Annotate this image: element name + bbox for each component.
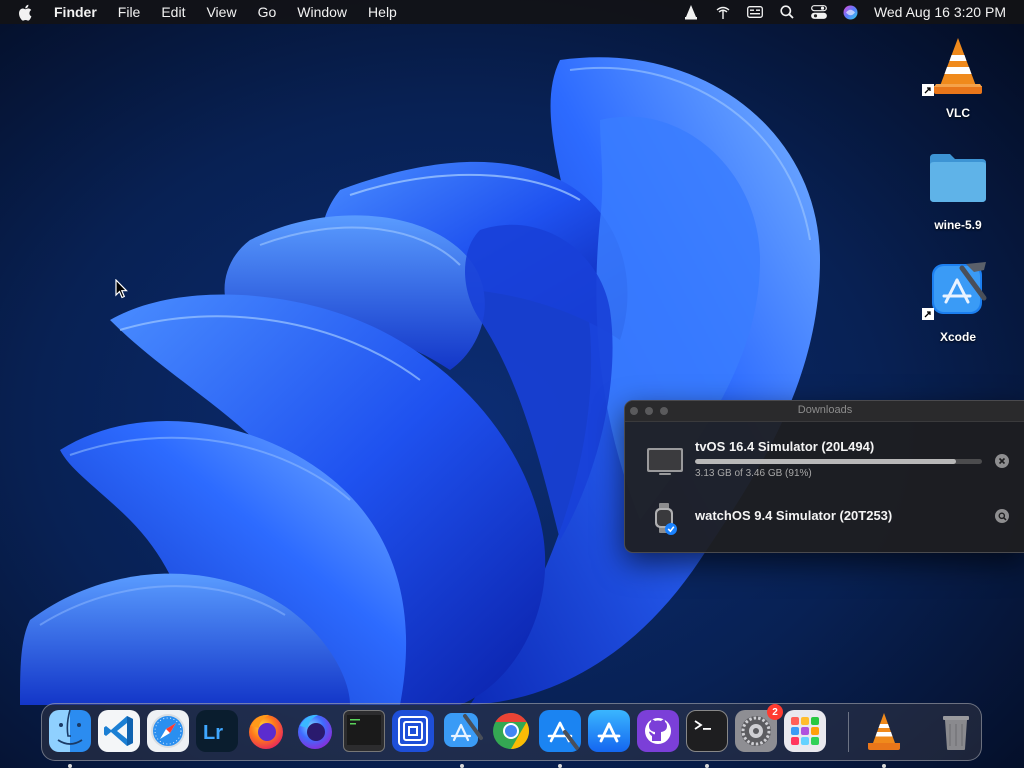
menu-view[interactable]: View <box>206 4 236 20</box>
alias-arrow-icon <box>922 84 934 96</box>
xcode-icon <box>922 258 990 322</box>
running-indicator <box>705 764 709 768</box>
dock-launchpad[interactable] <box>784 710 826 752</box>
control-center-icon[interactable] <box>810 4 828 20</box>
menu-app-finder[interactable]: Finder <box>54 4 97 20</box>
terminal-icon <box>686 710 728 752</box>
chrome-icon <box>490 710 532 752</box>
running-indicator <box>558 764 562 768</box>
notification-badge: 2 <box>767 704 783 720</box>
desktop-icon-label: Xcode <box>939 330 976 344</box>
desktop-icon-vlc[interactable]: VLC <box>913 34 1003 120</box>
vlc-status-icon[interactable] <box>682 4 700 20</box>
svg-text:Lr: Lr <box>203 722 223 744</box>
download-item[interactable]: tvOS 16.4 Simulator (20L494) 3.13 GB of … <box>625 437 1024 487</box>
download-name: tvOS 16.4 Simulator (20L494) <box>695 439 875 454</box>
console-icon <box>343 710 385 752</box>
desktop-icon-wine-folder[interactable]: wine-5.9 <box>913 146 1003 232</box>
desktop-icon-label: wine-5.9 <box>934 218 982 232</box>
dock-chrome[interactable] <box>490 710 532 752</box>
menu-help[interactable]: Help <box>368 4 397 20</box>
appstore-icon <box>588 710 630 752</box>
dock: Lr 2 <box>41 703 982 768</box>
dock-firefox[interactable] <box>245 710 287 752</box>
window-title: Downloads <box>797 404 853 416</box>
keyboard-input-icon[interactable] <box>746 4 764 20</box>
cancel-icon[interactable] <box>995 454 1009 468</box>
downloads-window: Downloads tvOS 16.4 Simulator (20L494) 3… <box>624 400 1024 553</box>
running-indicator <box>460 764 464 768</box>
watch-icon <box>645 499 685 539</box>
firefox-dev-icon <box>294 710 336 752</box>
running-indicator <box>68 764 72 768</box>
folder-icon <box>926 146 990 210</box>
dock-console[interactable] <box>343 710 385 752</box>
desktop-icon-label: VLC <box>946 106 970 120</box>
dock-lightroom[interactable]: Lr <box>196 710 238 752</box>
vlc-icon <box>863 710 905 752</box>
download-item[interactable]: watchOS 9.4 Simulator (20T253) <box>625 497 1024 537</box>
dock-vlc[interactable] <box>863 710 905 768</box>
dock-trash[interactable] <box>935 710 977 752</box>
appstore-tools-icon <box>539 710 581 752</box>
status-area: Wed Aug 16 3:20 PM <box>668 0 1006 24</box>
dock-terminal[interactable] <box>686 710 728 768</box>
vscode-icon <box>98 710 140 752</box>
download-name: watchOS 9.4 Simulator (20T253) <box>695 508 893 523</box>
launchpad-icon <box>784 710 826 752</box>
menu-bar-clock[interactable]: Wed Aug 16 3:20 PM <box>874 4 1006 20</box>
menu-file[interactable]: File <box>118 4 141 20</box>
finder-icon <box>49 710 91 752</box>
menu-window[interactable]: Window <box>297 4 347 20</box>
xcode-icon <box>441 710 483 752</box>
dock-firefox-developer[interactable] <box>294 710 336 752</box>
lightroom-icon: Lr <box>196 710 238 752</box>
vlc-icon <box>922 34 990 98</box>
dock-xcode[interactable] <box>441 710 483 768</box>
menu-bar: Finder File Edit View Go Window Help Wed… <box>0 0 1024 24</box>
menu-edit[interactable]: Edit <box>161 4 185 20</box>
dock-remote-desktop[interactable] <box>392 710 434 752</box>
remote-icon <box>392 710 434 752</box>
settings-icon: 2 <box>735 704 783 752</box>
download-progress-bar <box>695 459 982 464</box>
desktop-icon-xcode[interactable]: Xcode <box>913 258 1003 344</box>
download-status: 3.13 GB of 3.46 GB (91%) <box>695 468 812 479</box>
apple-menu-icon[interactable] <box>18 3 36 21</box>
menu-go[interactable]: Go <box>258 4 277 20</box>
trash-icon <box>935 710 977 752</box>
desktop-wallpaper <box>0 0 1024 768</box>
tv-display-icon <box>645 442 685 482</box>
download-progress-fill <box>695 459 957 464</box>
alias-arrow-icon <box>922 308 934 320</box>
siri-icon[interactable] <box>842 4 860 20</box>
dock-safari[interactable] <box>147 710 189 752</box>
dock-system-settings[interactable]: 2 <box>735 704 783 752</box>
github-icon <box>637 710 679 752</box>
running-indicator <box>882 764 886 768</box>
dock-vscode[interactable] <box>98 710 140 752</box>
firefox-icon <box>245 710 287 752</box>
dock-app-store[interactable] <box>588 710 630 752</box>
reveal-magnifier-icon[interactable] <box>995 509 1009 523</box>
mouse-cursor-icon <box>115 279 128 299</box>
dock-separator <box>848 712 849 752</box>
safari-icon <box>147 710 189 752</box>
dock-instruments[interactable] <box>539 710 581 768</box>
window-titlebar[interactable]: Downloads <box>625 401 1024 422</box>
airdrop-icon[interactable] <box>714 4 732 20</box>
search-icon[interactable] <box>778 4 796 20</box>
dock-finder[interactable] <box>49 710 91 768</box>
dock-github-desktop[interactable] <box>637 710 679 752</box>
